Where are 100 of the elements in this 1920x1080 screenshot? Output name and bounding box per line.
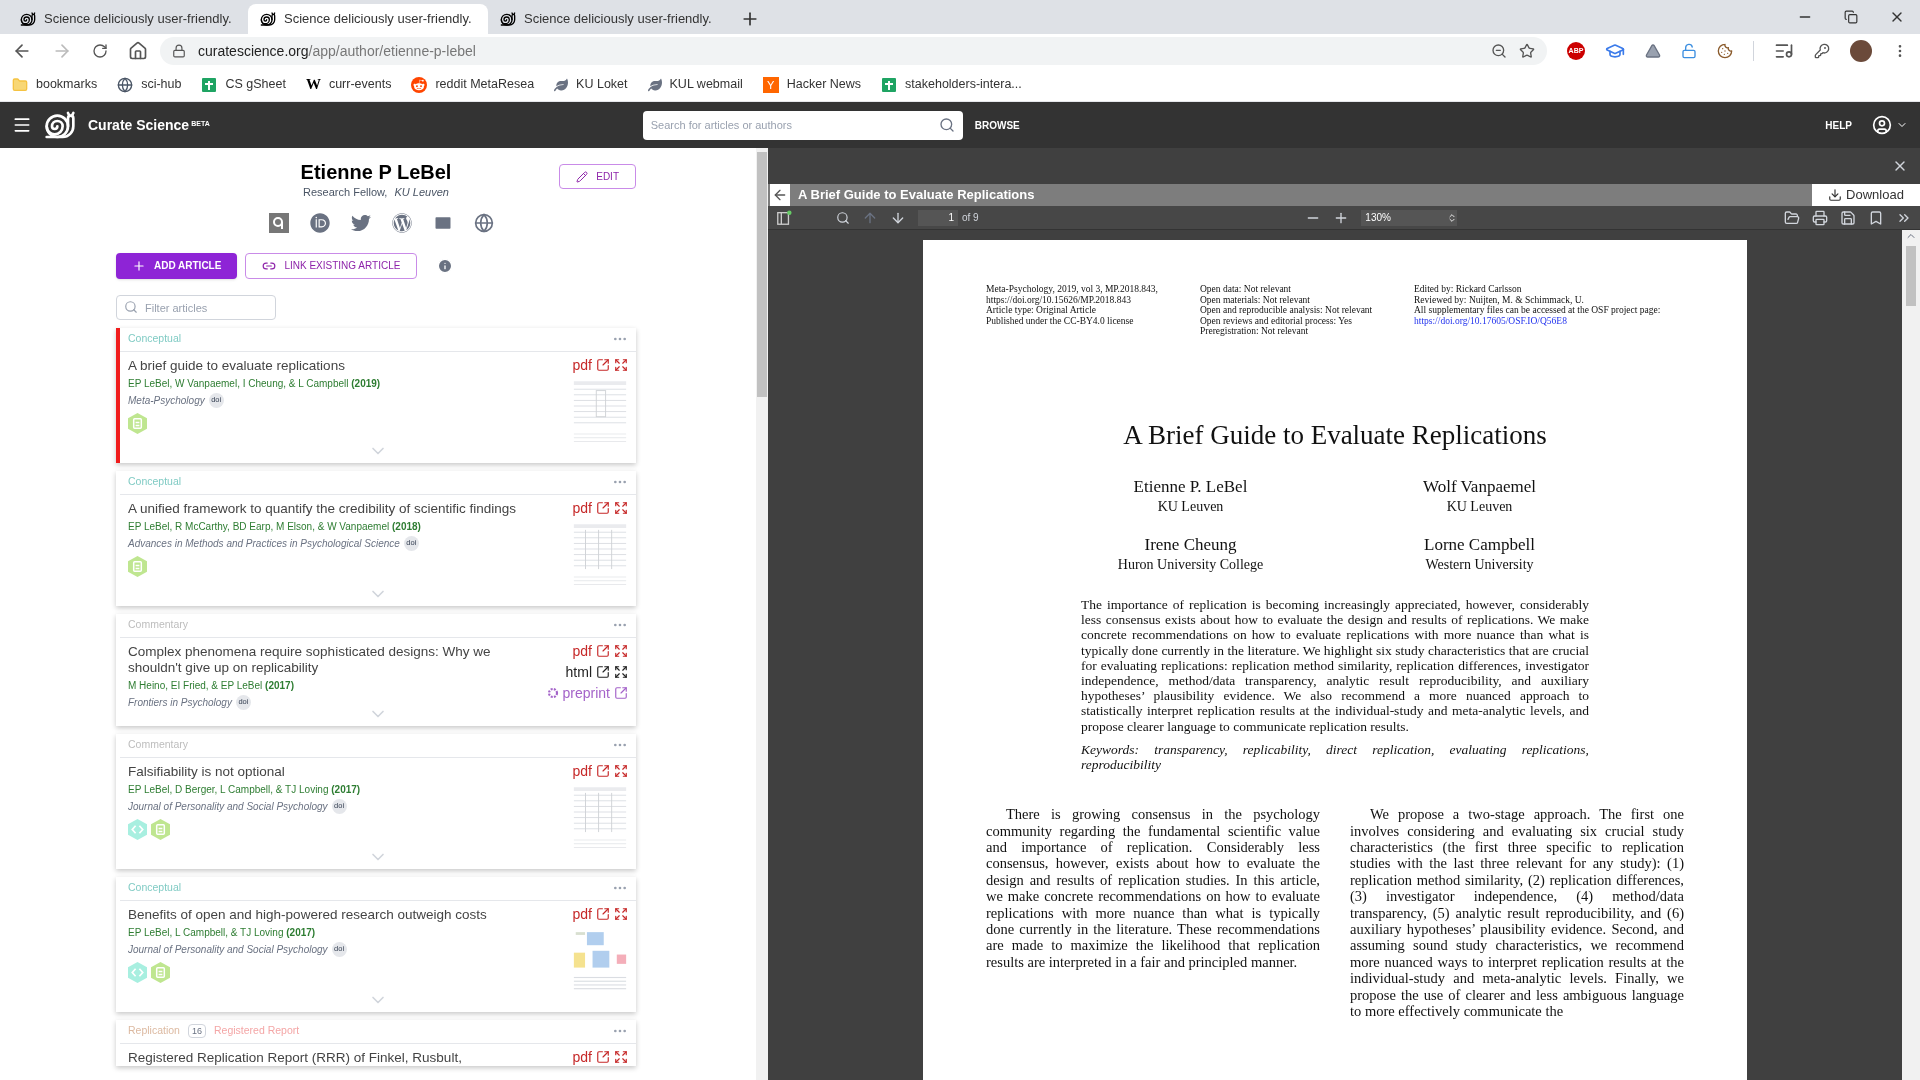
external-link-icon[interactable] [596,664,610,679]
clipboard-badge-icon[interactable] [128,555,147,577]
pdf-link[interactable]: pdf [572,357,592,372]
search-icon[interactable] [938,116,955,133]
pdf-link[interactable]: pdf [572,1049,592,1064]
scrollbar[interactable] [1902,230,1920,1080]
open-lock-icon[interactable] [1681,43,1697,59]
cookie-icon[interactable] [1717,43,1733,59]
bookmark-link[interactable]: sci-hub [141,75,182,94]
author-name: Etienne P LeBel [300,160,452,184]
leaf-icon [647,77,662,92]
search-icon [124,299,138,314]
save-icon[interactable] [1840,209,1856,226]
star-icon[interactable] [1519,43,1535,59]
snail-logo-icon[interactable] [44,109,76,141]
browser-tab[interactable]: Science deliciously user-friendly. [248,4,488,34]
spreadsheet-icon [201,76,218,93]
print-icon[interactable] [1812,209,1828,226]
pdf-link[interactable]: pdf [572,500,592,515]
type-tag: Commentary [128,737,189,753]
snail-icon [500,11,516,27]
article-title[interactable]: Benefits of open and high-powered research outweigh costs [128,906,523,923]
wordpress-icon[interactable] [391,212,412,233]
journal-name: Journal of Personality and Social Psychology [128,942,328,957]
bookmark-link[interactable]: bookmarks [36,75,98,94]
playlist-icon[interactable] [1774,41,1794,61]
menu-icon[interactable] [12,115,32,135]
scrollbar-thumb[interactable] [757,152,767,397]
type-tag: Conceptual [128,331,182,347]
article-title[interactable]: Registered Replication Report (RRR) of Finkel, Rusbult, [128,1049,523,1066]
browse-link[interactable]: BROWSE [974,117,1020,133]
journal-name: Advances in Methods and Practices in Psychological Science [128,536,400,551]
zoom-out-icon[interactable] [1491,43,1507,59]
keywords-line: Keywords: transparency, replicability, direct replication, evaluating replications, reproducibility [1081,741,1589,773]
bookmark-link[interactable]: CS gSheet [225,75,286,94]
reload-icon[interactable] [92,43,108,59]
graduation-cap-icon[interactable] [1605,41,1625,61]
add-article-button[interactable]: ADD ARTICLE [116,252,238,279]
pdf-link[interactable]: pdf [572,763,592,778]
scholar-icon[interactable] [268,212,289,233]
expand-icon[interactable] [614,664,628,679]
home-icon[interactable] [128,41,148,61]
pdf-link[interactable]: pdf [572,643,592,658]
help-link[interactable]: HELP [1825,117,1852,133]
pdf-link[interactable]: pdf [572,906,592,921]
download-button[interactable]: Download [1812,184,1920,206]
clipboard-badge-icon[interactable] [151,818,170,840]
account-icon[interactable] [1872,115,1892,135]
globe-icon[interactable] [473,212,494,233]
spreadsheet-icon [881,76,898,93]
page-number-field[interactable]: 1 [918,209,958,226]
bookmark-link[interactable]: curr-events [328,75,392,94]
bookmark-link[interactable]: KUL webmail [669,75,743,94]
sidebar-toggle-icon[interactable] [776,209,792,226]
author-name: Irene Cheung [1144,535,1237,555]
restore-icon[interactable] [1844,10,1858,24]
journal-name: Journal of Personality and Social Psychology [128,799,328,814]
key-icon[interactable] [1814,43,1830,59]
type-tag: Conceptual [128,474,182,490]
metadata-line: Open materials: Not relevant [1200,294,1311,305]
clipboard-badge-icon[interactable] [151,961,170,983]
article-title[interactable]: A brief guide to evaluate replications [128,357,523,374]
type-tag: Commentary [128,617,189,633]
zoom-select[interactable]: 130% [1361,209,1458,226]
bookmark-glyph: Y [762,76,779,93]
article-title[interactable]: A unified framework to quantify the credibility of scientific findings [128,500,523,517]
bookmark-link[interactable]: reddit MetaResea [435,75,535,94]
select-arrows-icon[interactable] [1447,212,1458,223]
brand-name[interactable]: Curate Science$^{BETA}$ [88,114,210,136]
page-count: of 9 [962,211,979,225]
open-file-icon[interactable] [1784,209,1800,226]
orcid-icon[interactable] [309,212,330,233]
abstract-paragraph: The importance of replication is becoming increasingly appreciated, however, considerably less consensus exists about how to evaluate the design and results of replications. We make concrete recommendations on how to evaluate replications with more nuance than what is typically done currently in the literature. We highlight six study characteristics that are crucial for evaluating replications: replication method similarity, replication differences, investigator independence, method/data transparency, analytic result reproducibility, and auxiliary hypotheses’ plausibility evidence. We also recommend a more nuanced approach to statistically interpret replication results at the individual-study and meta-analytic levels, and propose clearer language to communicate replication results. [1081,597,1589,734]
profile-avatar[interactable] [1850,40,1872,62]
search-field[interactable]: Search for articles or authors [642,110,963,140]
info-icon[interactable] [437,257,454,274]
article-authors: EP LeBel, R McCarthy, BD Earp, M Elson, & W Vanpaemel (2018) [128,519,422,534]
scrollbar[interactable] [756,148,768,1080]
metadata-line: Article type: Original Article [986,305,1097,316]
link-article-button[interactable]: LINK EXISTING ARTICLE [245,252,418,279]
address-bar[interactable]: curatescience.org/app/author/etienne-p-lebel [160,37,1547,65]
bookmark-link[interactable]: Hacker News [786,75,862,94]
author-affiliation: Western University [1425,556,1534,574]
edit-button[interactable]: EDIT [559,164,636,189]
article-title[interactable]: Falsifiability is not optional [128,763,523,780]
doi-link[interactable]: https://doi.org/10.17605/OSF.IO/Q56E8 [1414,315,1684,326]
preprint-link[interactable]: preprint [562,685,610,700]
clipboard-badge-icon[interactable] [128,412,147,434]
bookmark-link[interactable]: stakeholders-intera... [905,75,1022,94]
bookmark-icon[interactable] [1868,209,1884,226]
article-title[interactable]: Complex phenomena require sophisticated designs: Why we shouldn't give up on replicability [128,643,523,676]
globe-icon [117,76,134,93]
twitter-icon[interactable] [350,212,371,233]
html-link[interactable]: html [565,664,592,679]
triangle-icon[interactable] [1645,43,1661,59]
search-icon[interactable] [836,210,850,225]
bookmark-link[interactable]: KU Loket [576,75,628,94]
body-paragraph: There is growing consensus in the psychology community regarding the fundamental scientific value and importance of replication. Considerably less consensus, however, exists about how to evaluate the design and results of replication studies. In this article, we make concrete recommendations on how to evaluate replications with more nuance than what is typically done currently in the literature. These recommendations are made to maximize the likelihood that replication results are interpreted in a fair and principled manner. [986,806,1320,972]
filter-field[interactable]: Filter articles [116,295,276,320]
scrollbar-thumb[interactable] [1906,246,1916,306]
